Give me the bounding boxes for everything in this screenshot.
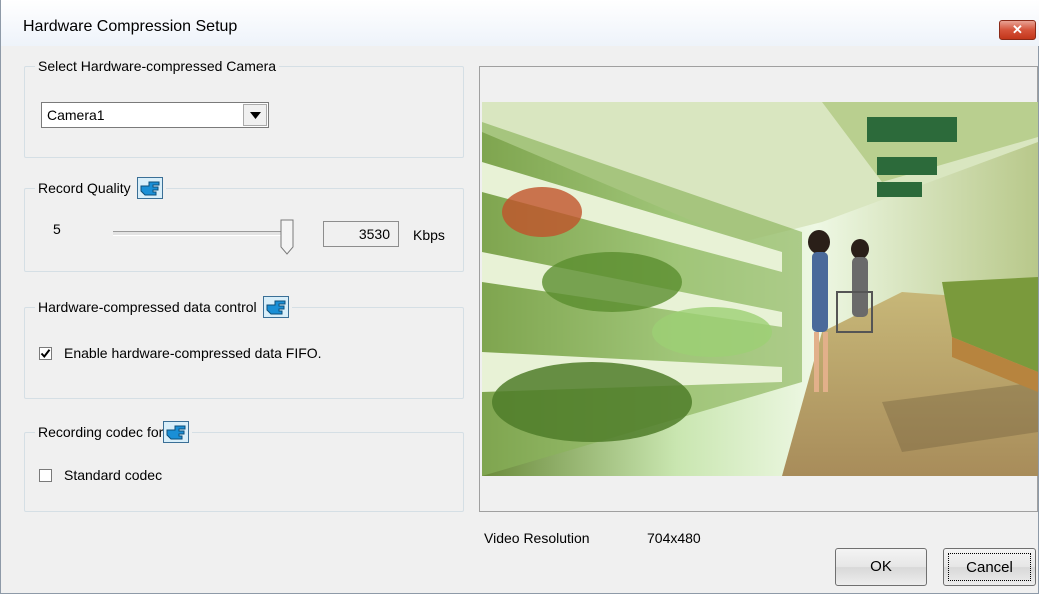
camera-group-title: Select Hardware-compressed Camera [38, 58, 277, 74]
fifo-label[interactable]: Enable hardware-compressed data FIFO. [64, 345, 322, 361]
cancel-button-label: Cancel [948, 553, 1031, 581]
camera-group-legend: Select Hardware-compressed Camera [35, 58, 279, 74]
ok-button[interactable]: OK [835, 548, 927, 586]
data-control-title: Hardware-compressed data control [38, 299, 257, 315]
camera-dropdown[interactable]: Camera1 [41, 102, 269, 128]
standard-codec-label[interactable]: Standard codec [64, 467, 162, 483]
title-bar[interactable]: Hardware Compression Setup ✕ [1, 0, 1039, 46]
quality-slider-thumb[interactable] [280, 219, 294, 255]
window-title: Hardware Compression Setup [23, 18, 238, 35]
data-control-legend: Hardware-compressed data control [35, 296, 292, 318]
resolution-value: 704x480 [647, 530, 701, 546]
standard-codec-checkbox[interactable] [39, 469, 52, 482]
pointing-hand-icon[interactable] [163, 421, 190, 443]
quality-level-value: 5 [53, 221, 61, 237]
close-icon: ✕ [1012, 22, 1023, 37]
camera-dropdown-value: Camera1 [47, 107, 105, 123]
cancel-button[interactable]: Cancel [943, 548, 1036, 586]
codec-legend: Recording codec for [35, 421, 192, 443]
pointing-hand-icon[interactable] [262, 296, 289, 318]
dialog-window: Hardware Compression Setup ✕ Select Hard… [0, 0, 1039, 594]
record-quality-title: Record Quality [38, 180, 131, 196]
close-button[interactable]: ✕ [999, 20, 1036, 40]
record-quality-legend: Record Quality [35, 177, 166, 199]
video-preview-image [482, 102, 1038, 476]
fifo-checkbox[interactable] [39, 347, 52, 360]
check-icon [40, 349, 51, 359]
pointing-hand-icon[interactable] [136, 177, 163, 199]
quality-slider-track[interactable] [113, 231, 285, 236]
bitrate-unit: Kbps [413, 227, 445, 243]
resolution-label: Video Resolution [484, 530, 590, 546]
dropdown-arrow-button[interactable] [243, 104, 267, 126]
codec-title: Recording codec for [38, 424, 164, 440]
bitrate-field[interactable]: 3530 [323, 221, 399, 247]
chevron-down-icon [250, 112, 261, 119]
